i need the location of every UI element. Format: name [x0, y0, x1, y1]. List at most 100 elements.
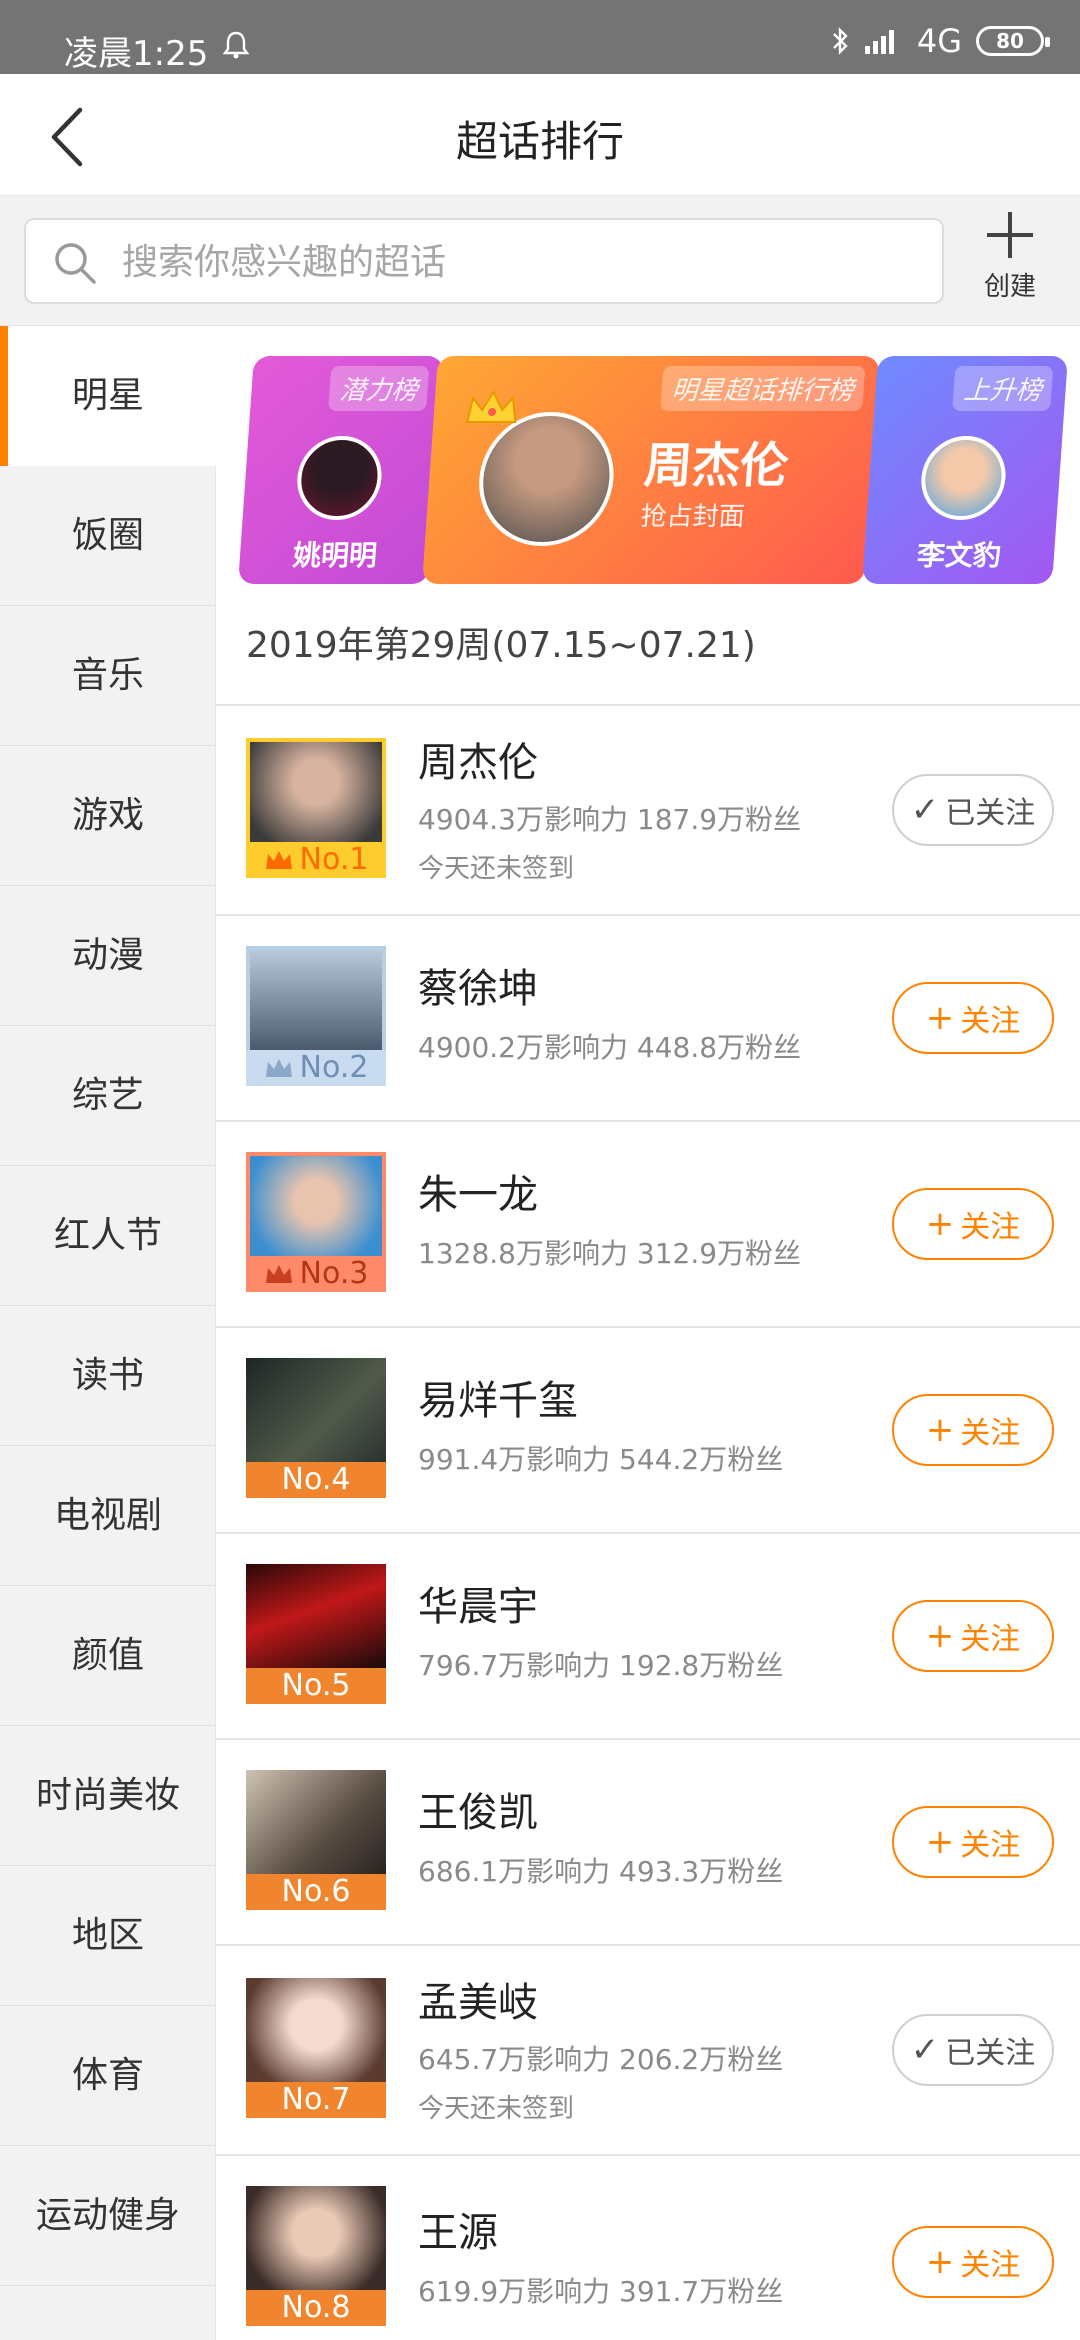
sidebar-item-fandom[interactable]: 饭圈 — [0, 466, 216, 606]
table-row[interactable]: No.2 蔡徐坤 4900.2万影响力 448.8万粉丝 + 关注 — [216, 916, 1080, 1122]
plus-icon: + — [925, 1410, 955, 1450]
rank-number: No.6 — [281, 1874, 351, 1909]
plus-icon: + — [925, 2242, 955, 2282]
battery-level: 80 — [996, 29, 1024, 53]
sidebar-item-anime[interactable]: 动漫 — [0, 886, 216, 1026]
rank-badge: No.5 — [246, 1668, 386, 1704]
sidebar-item-looks[interactable]: 颜值 — [0, 1586, 216, 1726]
rank-number: No.1 — [299, 842, 369, 877]
table-row[interactable]: No.8 王源 619.9万影响力 391.7万粉丝 + 关注 — [216, 2156, 1080, 2340]
sign-in-status: 今天还未签到 — [418, 854, 575, 884]
follow-button[interactable]: + 关注 — [892, 2226, 1054, 2298]
rank-number: No.2 — [299, 1050, 369, 1085]
search-input[interactable] — [122, 234, 922, 290]
rank-thumbnail: No.6 — [246, 1770, 386, 1910]
crown-icon — [265, 851, 292, 869]
topic-stats: 686.1万影响力 493.3万粉丝 — [418, 1855, 784, 1888]
plus-icon: + — [925, 1616, 955, 1656]
sidebar-item-reading[interactable]: 读书 — [0, 1306, 216, 1446]
sidebar-item-stars[interactable]: 明星 — [0, 326, 216, 466]
star-ranking-card[interactable]: 明星超话排行榜 周杰伦 抢占封面 — [422, 356, 880, 584]
page-title: 超话排行 — [455, 117, 624, 166]
topic-stats: 619.9万影响力 391.7万粉丝 — [418, 2275, 784, 2308]
rank-thumbnail: No.2 — [246, 946, 386, 1086]
rank-thumbnail: No.5 — [246, 1564, 386, 1704]
potential-list-card[interactable]: 潜力榜 姚明明 — [238, 356, 444, 584]
followed-button[interactable]: ✓ 已关注 — [892, 2014, 1054, 2086]
sidebar-item-fitness[interactable]: 运动健身 — [0, 2146, 216, 2286]
search-box[interactable] — [24, 218, 944, 304]
rank-number: No.7 — [281, 2082, 351, 2117]
plus-icon: + — [925, 1204, 955, 1244]
avatar — [246, 1978, 386, 2082]
topic-stats: 4900.2万影响力 448.8万粉丝 — [418, 1031, 802, 1064]
sidebar-item-fashion-beauty[interactable]: 时尚美妆 — [0, 1726, 216, 1866]
rank-number: No.5 — [281, 1668, 351, 1703]
topic-name: 蔡徐坤 — [418, 966, 538, 1012]
create-button[interactable]: 创建 — [962, 210, 1058, 310]
follow-button[interactable]: + 关注 — [892, 1188, 1054, 1260]
topic-name: 易烊千玺 — [418, 1378, 578, 1424]
follow-button[interactable]: + 关注 — [892, 1394, 1054, 1466]
rising-list-card[interactable]: 上升榜 李文豹 — [862, 356, 1068, 584]
table-row[interactable]: No.4 易烊千玺 991.4万影响力 544.2万粉丝 + 关注 — [216, 1328, 1080, 1534]
ranking-content: 潜力榜 姚明明 明星超话排行榜 周杰伦 抢占封面 上升榜 李文豹 2019年第2… — [216, 326, 1080, 2340]
topic-stats: 1328.8万影响力 312.9万粉丝 — [418, 1237, 802, 1270]
plus-icon: + — [925, 1822, 955, 1862]
rank-thumbnail: No.7 — [246, 1978, 386, 2118]
avatar — [250, 742, 382, 842]
follow-button[interactable]: + 关注 — [892, 1600, 1054, 1672]
table-row[interactable]: No.7 孟美岐 645.7万影响力 206.2万粉丝 今天还未签到 ✓ 已关注 — [216, 1946, 1080, 2156]
check-icon: ✓ — [910, 2030, 940, 2070]
search-icon — [55, 243, 96, 284]
table-row[interactable]: No.1 周杰伦 4904.3万影响力 187.9万粉丝 今天还未签到 ✓ 已关注 — [216, 706, 1080, 916]
avatar — [246, 1564, 386, 1668]
sidebar-item-music[interactable]: 音乐 — [0, 606, 216, 746]
top-navigation-bar: 超话排行 — [0, 74, 1080, 196]
battery-icon: 80 — [976, 26, 1050, 56]
follow-button[interactable]: + 关注 — [892, 982, 1054, 1054]
sidebar-item-region[interactable]: 地区 — [0, 1866, 216, 2006]
create-label: 创建 — [983, 272, 1036, 302]
table-row[interactable]: No.3 朱一龙 1328.8万影响力 312.9万粉丝 + 关注 — [216, 1122, 1080, 1328]
rising-list-tag: 上升榜 — [952, 366, 1054, 411]
sidebar-item-variety[interactable]: 综艺 — [0, 1026, 216, 1166]
table-row[interactable]: No.5 华晨宇 796.7万影响力 192.8万粉丝 + 关注 — [216, 1534, 1080, 1740]
rank-badge: No.1 — [246, 842, 386, 878]
rank-thumbnail: No.1 — [246, 738, 386, 878]
rank-badge: No.7 — [246, 2082, 386, 2118]
rank-badge: No.6 — [246, 1874, 386, 1910]
rank-badge: No.8 — [246, 2290, 386, 2326]
sidebar-item-influencer-festival[interactable]: 红人节 — [0, 1166, 216, 1306]
status-time: 凌晨1:25 — [64, 34, 209, 74]
bluetooth-icon — [832, 27, 848, 55]
plus-icon: + — [925, 998, 955, 1038]
topic-name: 王俊凯 — [418, 1790, 538, 1836]
avatar — [918, 436, 1009, 520]
crown-icon — [265, 1265, 292, 1283]
search-area: 创建 — [0, 196, 1080, 326]
bell-icon — [222, 31, 250, 59]
rising-list-name: 李文豹 — [915, 539, 1003, 572]
follow-label: 关注 — [960, 1416, 1021, 1451]
rank-number: No.4 — [281, 1462, 351, 1497]
followed-button[interactable]: ✓ 已关注 — [892, 774, 1054, 846]
topic-stats: 796.7万影响力 192.8万粉丝 — [418, 1649, 784, 1682]
follow-label: 关注 — [960, 1210, 1021, 1245]
table-row[interactable]: No.6 王俊凯 686.1万影响力 493.3万粉丝 + 关注 — [216, 1740, 1080, 1946]
potential-list-name: 姚明明 — [291, 539, 379, 572]
star-ranking-name: 周杰伦 — [642, 438, 791, 494]
category-sidebar: 明星 饭圈 音乐 游戏 动漫 综艺 红人节 读书 电视剧 颜值 时尚美妆 地区 … — [0, 326, 216, 2340]
follow-button[interactable]: + 关注 — [892, 1806, 1054, 1878]
topic-name: 周杰伦 — [418, 740, 538, 786]
crown-icon — [466, 389, 517, 423]
followed-label: 已关注 — [945, 796, 1036, 831]
sidebar-item-tv-drama[interactable]: 电视剧 — [0, 1446, 216, 1586]
sidebar-item-games[interactable]: 游戏 — [0, 746, 216, 886]
avatar — [246, 1358, 386, 1462]
rank-number: No.8 — [281, 2290, 351, 2325]
sign-in-status: 今天还未签到 — [418, 2094, 575, 2124]
plus-icon — [985, 210, 1035, 260]
sidebar-item-sports[interactable]: 体育 — [0, 2006, 216, 2146]
topic-stats: 645.7万影响力 206.2万粉丝 — [418, 2043, 784, 2076]
